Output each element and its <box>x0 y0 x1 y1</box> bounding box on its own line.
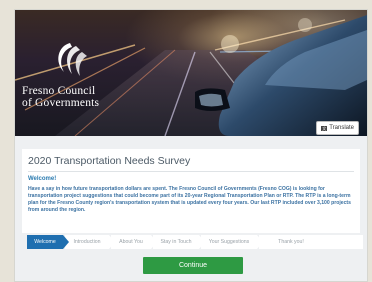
step-arrow <box>63 235 69 249</box>
step-thank-you[interactable]: Thank you! <box>259 235 363 249</box>
step-arrow <box>199 235 205 249</box>
page-title: 2020 Transportation Needs Survey <box>28 155 354 172</box>
translate-label: Translate <box>329 125 354 131</box>
translate-button[interactable]: 文 Translate <box>316 121 359 135</box>
hero-banner: Fresno Council of Governments 文 Translat… <box>15 10 367 136</box>
step-label: Welcome <box>34 239 56 245</box>
progress-steps: Welcome Introduction About You Stay in T… <box>27 235 367 249</box>
intro-text: Have a say in how future transportation … <box>28 186 351 213</box>
step-label: Introduction <box>73 239 101 245</box>
step-about-you[interactable]: About You <box>111 235 157 249</box>
org-name-line2: of Governments <box>22 97 100 109</box>
step-label: Stay in Touch <box>160 239 192 245</box>
step-label: Thank you! <box>278 239 304 245</box>
step-arrow <box>257 235 263 249</box>
translate-icon: 文 <box>321 125 328 131</box>
org-name-line1: Fresno Council <box>22 85 96 97</box>
survey-page: Fresno Council of Governments 文 Translat… <box>14 9 368 282</box>
step-label: Your Suggestions <box>208 239 250 245</box>
fresno-cog-logo: Fresno Council of Governments <box>22 40 122 110</box>
step-introduction[interactable]: Introduction <box>65 235 115 249</box>
step-welcome[interactable]: Welcome <box>27 235 69 249</box>
swoosh-logo-icon <box>58 43 87 76</box>
continue-button[interactable]: Continue <box>143 257 243 274</box>
survey-intro-card: 2020 Transportation Needs Survey Welcome… <box>22 149 360 233</box>
step-arrow <box>151 235 157 249</box>
step-arrow <box>109 235 115 249</box>
welcome-heading: Welcome! <box>28 176 57 182</box>
step-your-suggestions[interactable]: Your Suggestions <box>201 235 263 249</box>
step-stay-in-touch[interactable]: Stay in Touch <box>153 235 205 249</box>
step-label: About You <box>119 239 143 245</box>
